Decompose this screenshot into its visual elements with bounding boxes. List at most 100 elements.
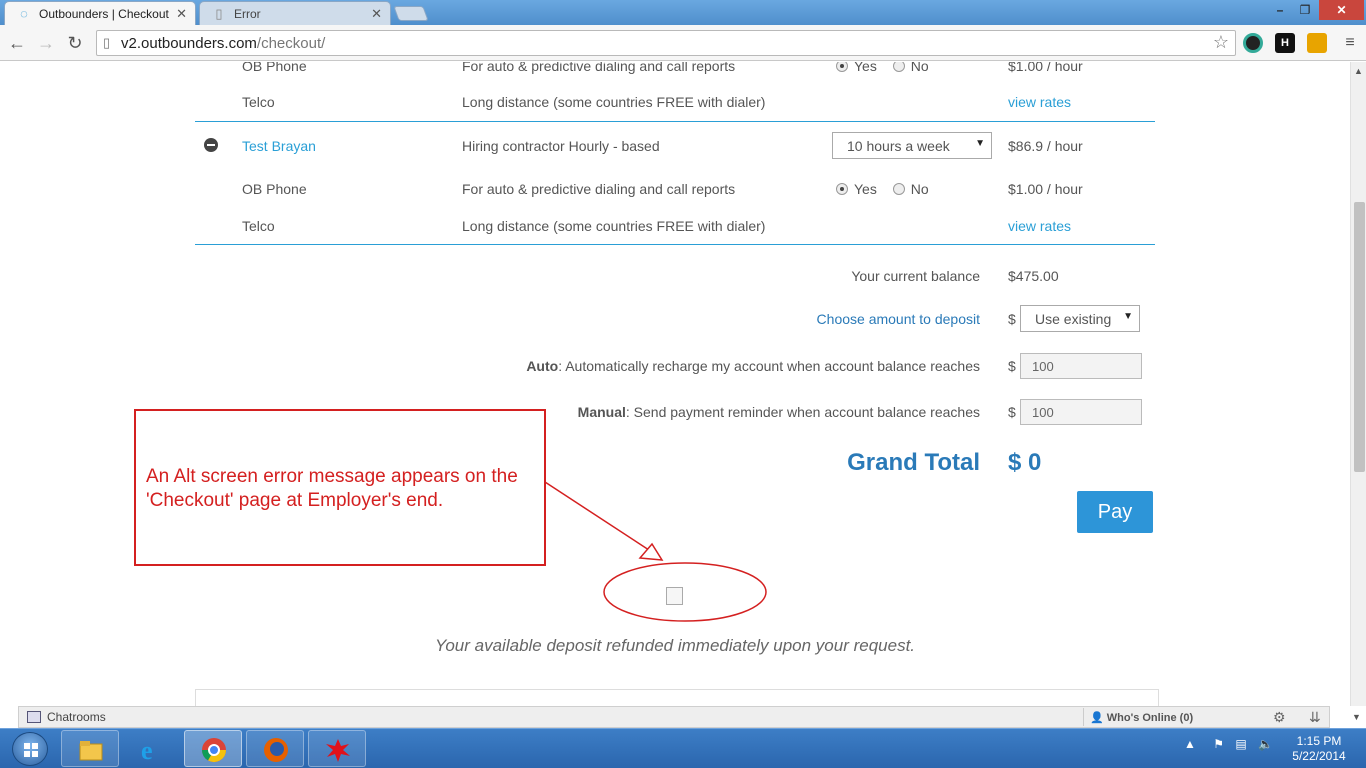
scroll-thumb[interactable]	[1354, 202, 1365, 472]
clock-time: 1:15 PM	[1296, 734, 1342, 748]
scroll-down-arrow-icon[interactable]: ▼	[1352, 712, 1361, 722]
annotation-overlay	[544, 481, 767, 622]
color-wheel-icon[interactable]	[1243, 33, 1263, 53]
divider	[195, 244, 1155, 245]
yes-radio[interactable]	[836, 183, 848, 195]
bottom-panel	[195, 689, 1159, 706]
whos-online-button[interactable]: 👤 Who's Online (0)	[1083, 708, 1193, 726]
yes-label: Yes	[854, 62, 877, 74]
hours-per-week-select[interactable]: 10 hours a week ▼	[832, 132, 992, 159]
current-balance-label: Your current balance	[851, 268, 980, 284]
annotation-arrow-head	[638, 542, 664, 561]
windows-logo-icon	[24, 743, 38, 757]
chrome-menu-icon[interactable]: ≡	[1340, 34, 1360, 52]
show-hidden-icons-icon[interactable]: ▲	[1184, 737, 1196, 751]
view-rates-link[interactable]: view rates	[1008, 218, 1071, 234]
contractor-description: Hiring contractor Hourly - based	[462, 138, 660, 154]
url-path: /checkout/	[256, 35, 326, 52]
ob-phone-price: $1.00 / hour	[1008, 62, 1083, 74]
pay-button[interactable]: Pay	[1077, 491, 1153, 533]
collapse-chevron-icon[interactable]: ⇊	[1309, 709, 1321, 726]
taskbar-clock[interactable]: 1:15 PM 5/22/2014	[1284, 734, 1354, 764]
folder-extension-icon[interactable]	[1307, 33, 1327, 53]
manual-text: : Send payment reminder when account bal…	[625, 404, 980, 420]
manual-bold: Manual	[577, 404, 626, 420]
contractor-name-link[interactable]: Test Brayan	[242, 138, 316, 154]
ob-phone-description: For auto & predictive dialing and call r…	[462, 181, 736, 197]
ob-phone-name: OB Phone	[242, 181, 307, 197]
ob-phone-name: OB Phone	[242, 62, 307, 74]
user-icon: 👤	[1090, 712, 1104, 724]
choose-deposit-label: Choose amount to deposit	[816, 311, 980, 327]
svg-text:e: e	[141, 736, 153, 763]
close-tab-icon[interactable]: ✕	[176, 6, 187, 22]
page-icon: ▯	[103, 35, 111, 50]
page-scrollbar[interactable]: ▲	[1350, 62, 1366, 706]
auto-text: : Automatically recharge my account when…	[558, 358, 980, 374]
tab-outbounders-checkout[interactable]: ◌ Outbounders | Checkout ✕	[4, 1, 196, 25]
outbounders-favicon-icon: ◌	[20, 6, 28, 21]
bookmark-star-icon[interactable]: ☆	[1213, 32, 1229, 53]
no-label: No	[910, 62, 929, 74]
tab-label: Outbounders | Checkout	[39, 7, 169, 21]
tab-label: Error	[234, 7, 261, 21]
auto-bold: Auto	[526, 358, 559, 374]
internet-explorer-icon[interactable]: e	[122, 730, 180, 767]
contractor-price: $86.9 / hour	[1008, 138, 1083, 154]
manual-reminder-input[interactable]: 100	[1020, 399, 1142, 425]
remove-circle-icon[interactable]	[204, 138, 218, 152]
new-tab-button[interactable]	[393, 6, 429, 21]
no-radio[interactable]	[892, 183, 905, 195]
chrome-icon[interactable]	[184, 730, 242, 767]
maximize-button[interactable]: ❐	[1293, 0, 1317, 20]
view-rates-link[interactable]: view rates	[1008, 94, 1071, 110]
start-button[interactable]	[12, 732, 48, 766]
hours-selected-value: 10 hours a week	[847, 138, 950, 154]
close-window-button[interactable]: ✕	[1319, 0, 1364, 20]
forward-arrow-icon[interactable]: →	[35, 32, 57, 54]
back-arrow-icon[interactable]: ←	[6, 32, 28, 54]
currency-symbol: $	[1008, 311, 1016, 327]
dropdown-caret-icon: ▼	[1123, 311, 1133, 322]
telco-name: Telco	[242, 94, 275, 110]
whos-online-label: Who's Online (0)	[1106, 712, 1194, 724]
no-label: No	[910, 181, 929, 197]
minimize-button[interactable]: –	[1268, 0, 1292, 20]
ob-phone-description: For auto & predictive dialing and call r…	[462, 62, 736, 74]
volume-icon[interactable]: 🔈	[1258, 737, 1273, 751]
manual-reminder-label: Manual: Send payment reminder when accou…	[578, 404, 980, 420]
reload-icon[interactable]: ↻	[64, 32, 86, 54]
chatrooms-button[interactable]: Chatrooms	[27, 710, 106, 724]
browser-title-bar: ◌ Outbounders | Checkout ✕ ▯ Error ✕ – ❐…	[0, 0, 1366, 25]
ob-phone-radio-group: Yes No	[836, 181, 929, 197]
tab-error[interactable]: ▯ Error ✕	[199, 1, 391, 25]
telco-description: Long distance (some countries FREE with …	[462, 218, 766, 234]
action-center-flag-icon[interactable]: ⚑	[1213, 737, 1224, 751]
gear-icon[interactable]: ⚙	[1273, 709, 1286, 726]
network-icon[interactable]: ▤	[1235, 737, 1246, 751]
checkout-page: OB Phone For auto & predictive dialing a…	[0, 62, 1350, 706]
h-extension-icon[interactable]: H	[1275, 33, 1295, 53]
red-splat-app-icon[interactable]	[308, 730, 366, 767]
deposit-amount-select[interactable]: Use existing ▼	[1020, 305, 1140, 332]
current-balance-value: $475.00	[1008, 268, 1059, 284]
file-explorer-icon[interactable]	[61, 730, 119, 767]
grand-total-value: $ 0	[1008, 449, 1042, 476]
grand-total-label: Grand Total	[847, 449, 980, 476]
annotation-callout-box: An Alt screen error message appears on t…	[134, 409, 546, 566]
scroll-up-arrow-icon[interactable]: ▲	[1354, 66, 1363, 76]
address-bar[interactable]: ▯ v2.outbounders.com/checkout/ ☆	[96, 30, 1236, 56]
auto-recharge-label: Auto: Automatically recharge my account …	[526, 358, 980, 374]
firefox-icon[interactable]	[246, 730, 304, 767]
close-tab-icon[interactable]: ✕	[371, 6, 382, 22]
windows-taskbar: e ▲ ⚑ ▤ 🔈 1:15 PM 5/22/2014	[0, 728, 1366, 768]
telco-name: Telco	[242, 218, 275, 234]
yes-radio[interactable]	[836, 62, 848, 72]
auto-recharge-input[interactable]: 100	[1020, 353, 1142, 379]
chatrooms-icon	[27, 711, 41, 723]
currency-symbol: $	[1008, 358, 1016, 374]
system-tray: ▲ ⚑ ▤ 🔈	[1184, 737, 1273, 751]
browser-toolbar: ← → ↻ ▯ v2.outbounders.com/checkout/ ☆ H…	[0, 25, 1366, 61]
clock-date: 5/22/2014	[1292, 749, 1346, 763]
no-radio[interactable]	[892, 62, 905, 72]
